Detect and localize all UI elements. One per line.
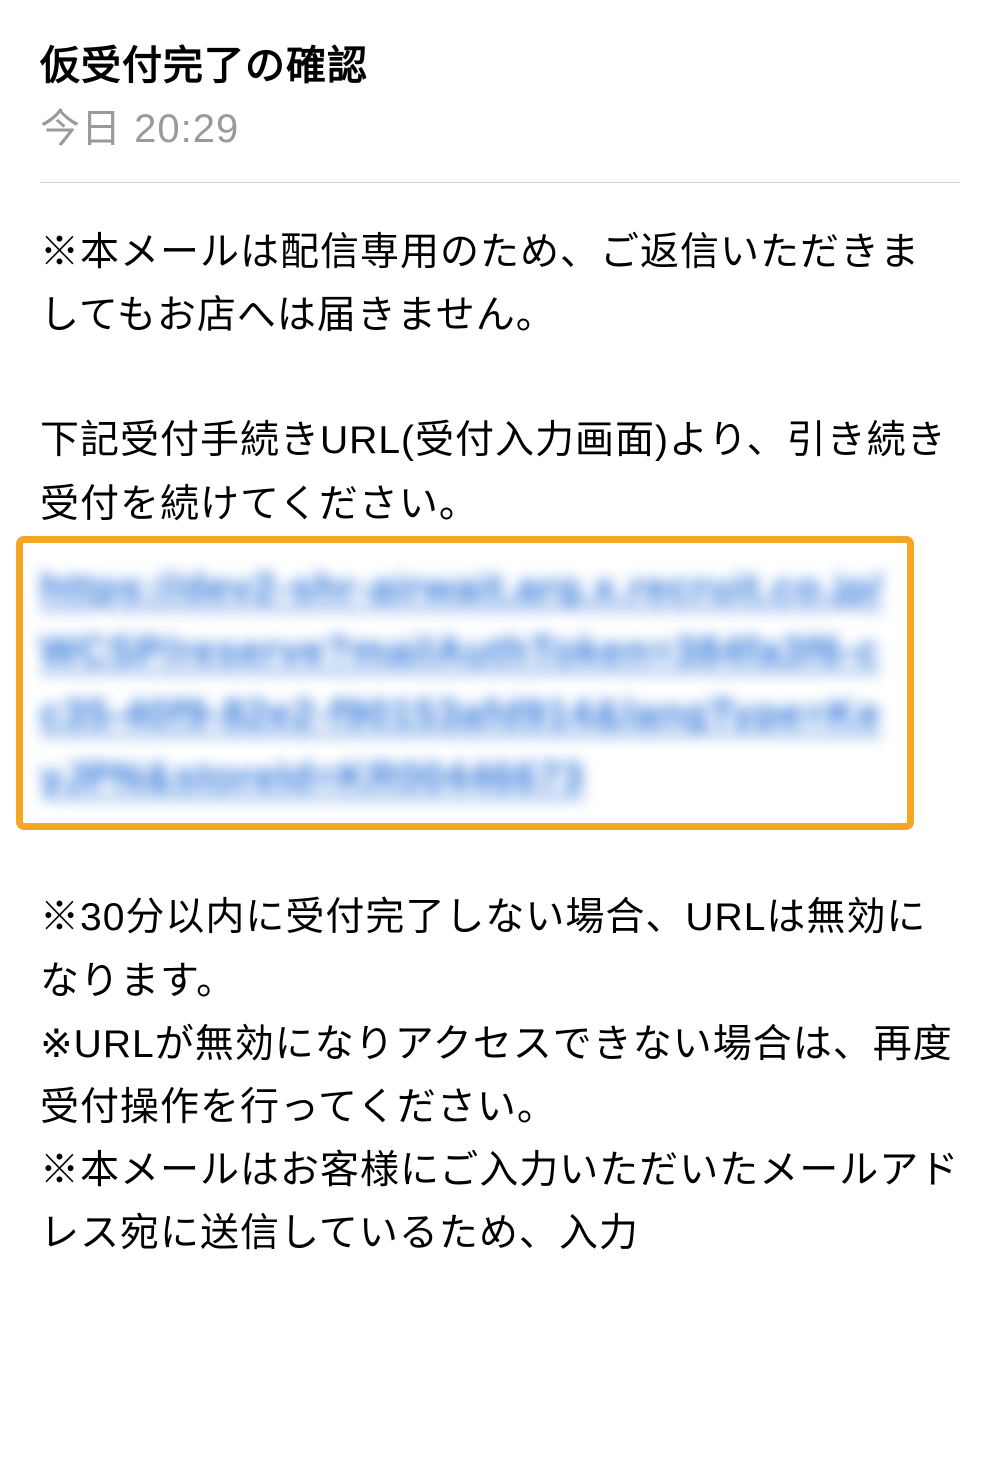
paragraph-gap: [40, 830, 960, 886]
email-body-note-2: ※URLが無効になりアクセスできない場合は、再度受付操作を行ってください。: [40, 1013, 960, 1139]
header-divider: [40, 182, 960, 183]
email-body-paragraph-2: 下記受付手続きURL(受付入力画面)より、引き続き受付を続けてください。: [40, 409, 960, 535]
email-body-paragraph-1: ※本メールは配信専用のため、ご返信いただきましてもお店へは届きません。: [40, 221, 960, 347]
url-highlight-box: https://dev2-shr-airwait.arg.x.recruit.c…: [16, 536, 914, 831]
email-container: 仮受付完了の確認 今日 20:29 ※本メールは配信専用のため、ご返信いただきま…: [0, 0, 1000, 1265]
email-subject: 仮受付完了の確認: [40, 40, 960, 92]
email-body-note-3: ※本メールはお客様にご入力いただいたメールアドレス宛に送信しているため、入力: [40, 1139, 960, 1265]
paragraph-gap: [40, 347, 960, 409]
registration-url-link[interactable]: https://dev2-shr-airwait.arg.x.recruit.c…: [40, 557, 887, 810]
email-timestamp: 今日 20:29: [40, 96, 960, 154]
email-body-note-1: ※30分以内に受付完了しない場合、URLは無効になります。: [40, 886, 960, 1012]
